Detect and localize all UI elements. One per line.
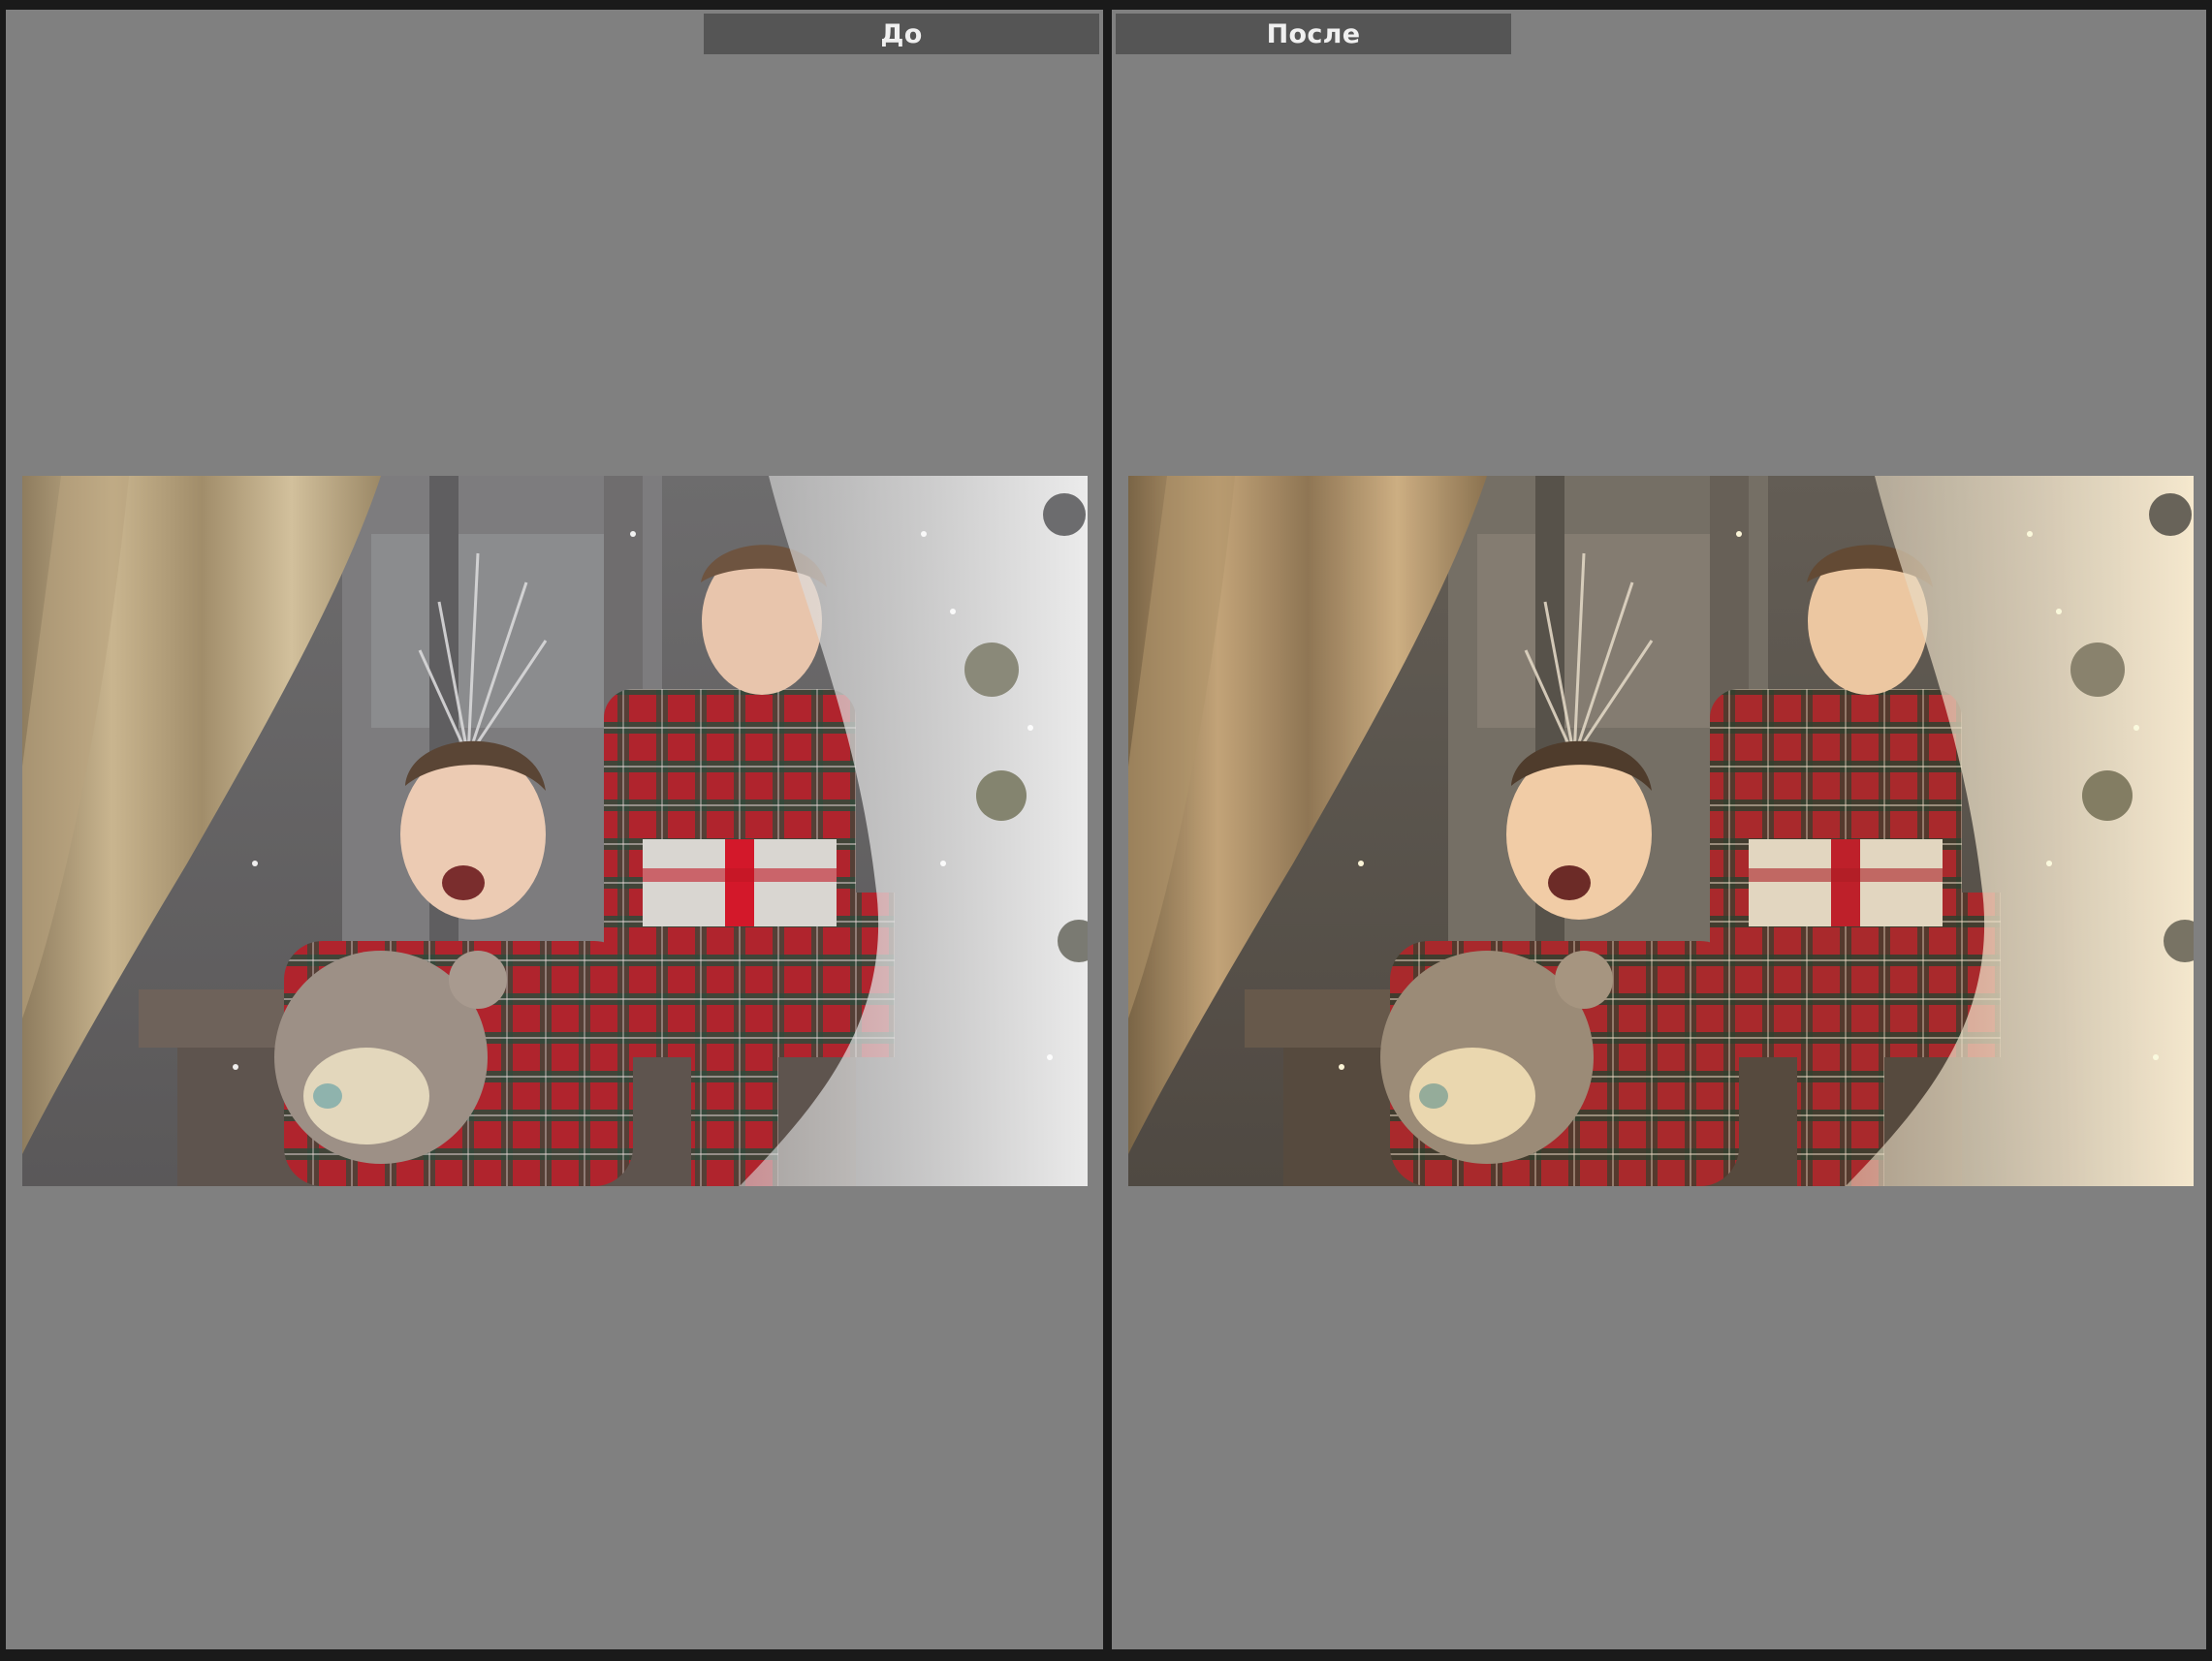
after-panel: После <box>1112 10 2206 1649</box>
before-after-compare-view: До После <box>0 0 2212 1661</box>
after-label: После <box>1116 14 1511 54</box>
after-photo[interactable] <box>1128 476 2194 1186</box>
after-photo-image <box>1128 476 2194 1186</box>
before-label: До <box>704 14 1099 54</box>
before-photo[interactable] <box>22 476 1088 1186</box>
before-panel: До <box>6 10 1103 1649</box>
before-photo-image <box>22 476 1088 1186</box>
